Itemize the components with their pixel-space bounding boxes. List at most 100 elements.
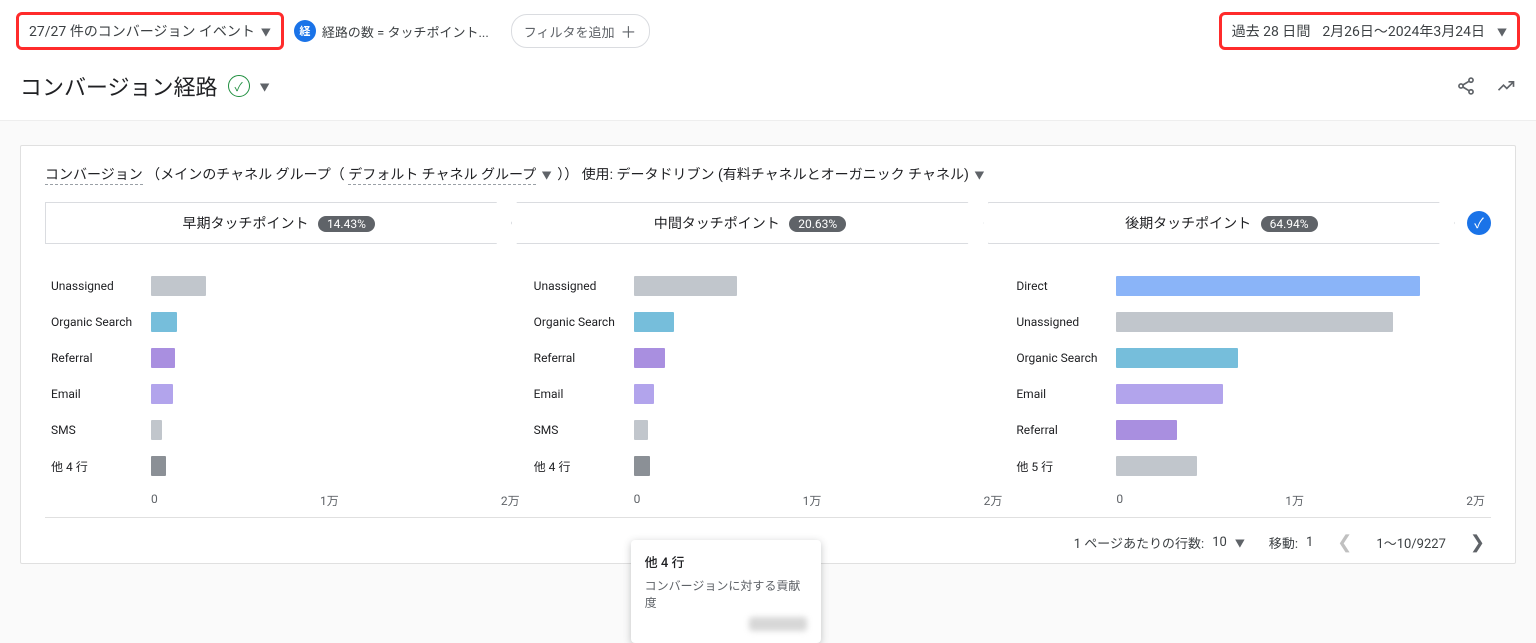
- bar-track: [151, 456, 520, 476]
- insights-icon[interactable]: [1496, 76, 1516, 96]
- bar-row[interactable]: 他 4 行: [534, 448, 1003, 484]
- bar-label: Organic Search: [534, 315, 634, 329]
- bar-row[interactable]: Unassigned: [534, 268, 1003, 304]
- bar-row[interactable]: Unassigned: [51, 268, 520, 304]
- bar-track: [151, 312, 520, 332]
- date-range-picker[interactable]: 過去 28 日間 2月26日～2024年3月24日 ▼: [1219, 12, 1520, 50]
- goto-value: 1: [1306, 535, 1313, 550]
- bar-row[interactable]: Organic Search: [1016, 340, 1485, 376]
- axis-tick: 0: [151, 492, 158, 509]
- chevron-down-icon: ▼: [1497, 24, 1507, 39]
- bar-fill: [1116, 348, 1238, 368]
- bar-row[interactable]: Email: [51, 376, 520, 412]
- bar-fill: [151, 312, 177, 332]
- bar-fill: [634, 276, 737, 296]
- bar-row[interactable]: SMS: [534, 412, 1003, 448]
- bar-fill: [151, 276, 206, 296]
- add-filter-label: フィルタを追加: [524, 22, 615, 41]
- bar-label: SMS: [534, 423, 634, 437]
- bar-fill: [1116, 456, 1197, 476]
- bar-track: [634, 348, 1003, 368]
- axis-tick: 2万: [1466, 492, 1485, 509]
- tooltip-title: 他 4 行: [645, 552, 807, 571]
- bar-row[interactable]: Unassigned: [1016, 304, 1485, 340]
- bar-track: [634, 312, 1003, 332]
- bar-label: Unassigned: [1016, 315, 1116, 329]
- axis-tick: 0: [1116, 492, 1123, 509]
- bar-row[interactable]: Referral: [534, 340, 1003, 376]
- next-page-icon[interactable]: ❯: [1470, 532, 1485, 553]
- path-length-chip[interactable]: 経 経路の数 = タッチポイント...: [294, 16, 501, 46]
- bar-row[interactable]: Organic Search: [51, 304, 520, 340]
- bar-row[interactable]: Direct: [1016, 268, 1485, 304]
- chart-tooltip: 他 4 行 コンバージョンに対する貢献度: [631, 540, 821, 643]
- tooltip-value-blurred: [749, 617, 807, 631]
- channel-group-dropdown[interactable]: デフォルト チャネル グループ: [348, 167, 536, 185]
- bar-row[interactable]: Referral: [51, 340, 520, 376]
- bar-fill: [634, 420, 649, 440]
- bar-track: [1116, 456, 1485, 476]
- divider: [45, 517, 1491, 518]
- bar-row[interactable]: SMS: [51, 412, 520, 448]
- bar-label: 他 4 行: [51, 458, 151, 475]
- bar-row[interactable]: 他 4 行: [51, 448, 520, 484]
- bar-row[interactable]: 他 5 行: [1016, 448, 1485, 484]
- date-range: 2月26日～2024年3月24日: [1322, 21, 1485, 41]
- bar-track: [151, 276, 520, 296]
- card-header: コンバージョン （メインのチャネル グループ（ デフォルト チャネル グループ …: [45, 164, 1491, 184]
- bar-label: 他 5 行: [1016, 458, 1116, 475]
- group-prefix: （メインのチャネル グループ（: [146, 167, 345, 183]
- date-preset: 過去 28 日間: [1232, 21, 1311, 41]
- bar-row[interactable]: Referral: [1016, 412, 1485, 448]
- rows-label: 1 ページあたりの行数:: [1074, 533, 1204, 552]
- bar-label: Referral: [51, 351, 151, 365]
- bar-track: [1116, 276, 1485, 296]
- bar-label: Organic Search: [51, 315, 151, 329]
- bar-track: [151, 420, 520, 440]
- bar-fill: [1116, 384, 1223, 404]
- bar-track: [1116, 348, 1485, 368]
- rows-per-page[interactable]: 1 ページあたりの行数: 10 ▼: [1074, 533, 1245, 552]
- bar-row[interactable]: Organic Search: [534, 304, 1003, 340]
- chevron-down-icon: ▼: [1235, 535, 1245, 550]
- share-icon[interactable]: [1456, 76, 1476, 96]
- bar-label: Email: [534, 387, 634, 401]
- axis-tick: 1万: [803, 492, 822, 509]
- bar-fill: [634, 348, 665, 368]
- stage-late[interactable]: 後期タッチポイント 64.94%: [988, 202, 1455, 244]
- bar-label: Organic Search: [1016, 351, 1116, 365]
- chevron-down-icon[interactable]: ▼: [260, 79, 270, 94]
- stage-label: 早期タッチポイント: [182, 216, 308, 232]
- stage-confirm-icon[interactable]: ✓: [1467, 211, 1491, 235]
- bar-label: Unassigned: [534, 279, 634, 293]
- add-filter-chip[interactable]: フィルタを追加 ＋: [511, 14, 650, 48]
- bar-label: Email: [51, 387, 151, 401]
- path-length-badge: 経: [294, 20, 316, 42]
- plus-icon: ＋: [621, 19, 637, 43]
- bar-track: [634, 420, 1003, 440]
- goto-page[interactable]: 移動: 1: [1269, 533, 1313, 552]
- chevron-down-icon: ▼: [261, 24, 271, 39]
- prev-page-icon[interactable]: ❮: [1337, 532, 1352, 553]
- axis-tick: 2万: [984, 492, 1003, 509]
- bar-fill: [634, 312, 675, 332]
- bar-track: [151, 348, 520, 368]
- conversion-events-dropdown[interactable]: 27/27 件のコンバージョン イベント ▼: [16, 12, 284, 50]
- x-axis: 01万2万: [51, 484, 520, 513]
- bar-track: [634, 456, 1003, 476]
- stage-early[interactable]: 早期タッチポイント 14.43%: [45, 202, 512, 244]
- bar-track: [634, 276, 1003, 296]
- stage-mid[interactable]: 中間タッチポイント 20.63%: [516, 202, 983, 244]
- attribution-dropdown[interactable]: 使用: データドリブン (有料チャネルとオーガニック チャネル): [582, 167, 969, 183]
- path-length-text: 経路の数 = タッチポイント...: [322, 22, 489, 41]
- dimension-dropdown[interactable]: コンバージョン: [45, 167, 143, 185]
- bar-row[interactable]: Email: [1016, 376, 1485, 412]
- chart-mid: Unassigned Organic Search Referral Email SMS…: [528, 268, 1009, 513]
- status-check-icon[interactable]: ✓: [228, 75, 250, 97]
- chart-late: Direct Unassigned Organic Search Email Refer…: [1010, 268, 1491, 513]
- group-suffix: ））: [557, 167, 578, 183]
- bar-label: SMS: [51, 423, 151, 437]
- bar-label: Referral: [1016, 423, 1116, 437]
- tooltip-subtitle: コンバージョンに対する貢献度: [645, 577, 807, 611]
- bar-row[interactable]: Email: [534, 376, 1003, 412]
